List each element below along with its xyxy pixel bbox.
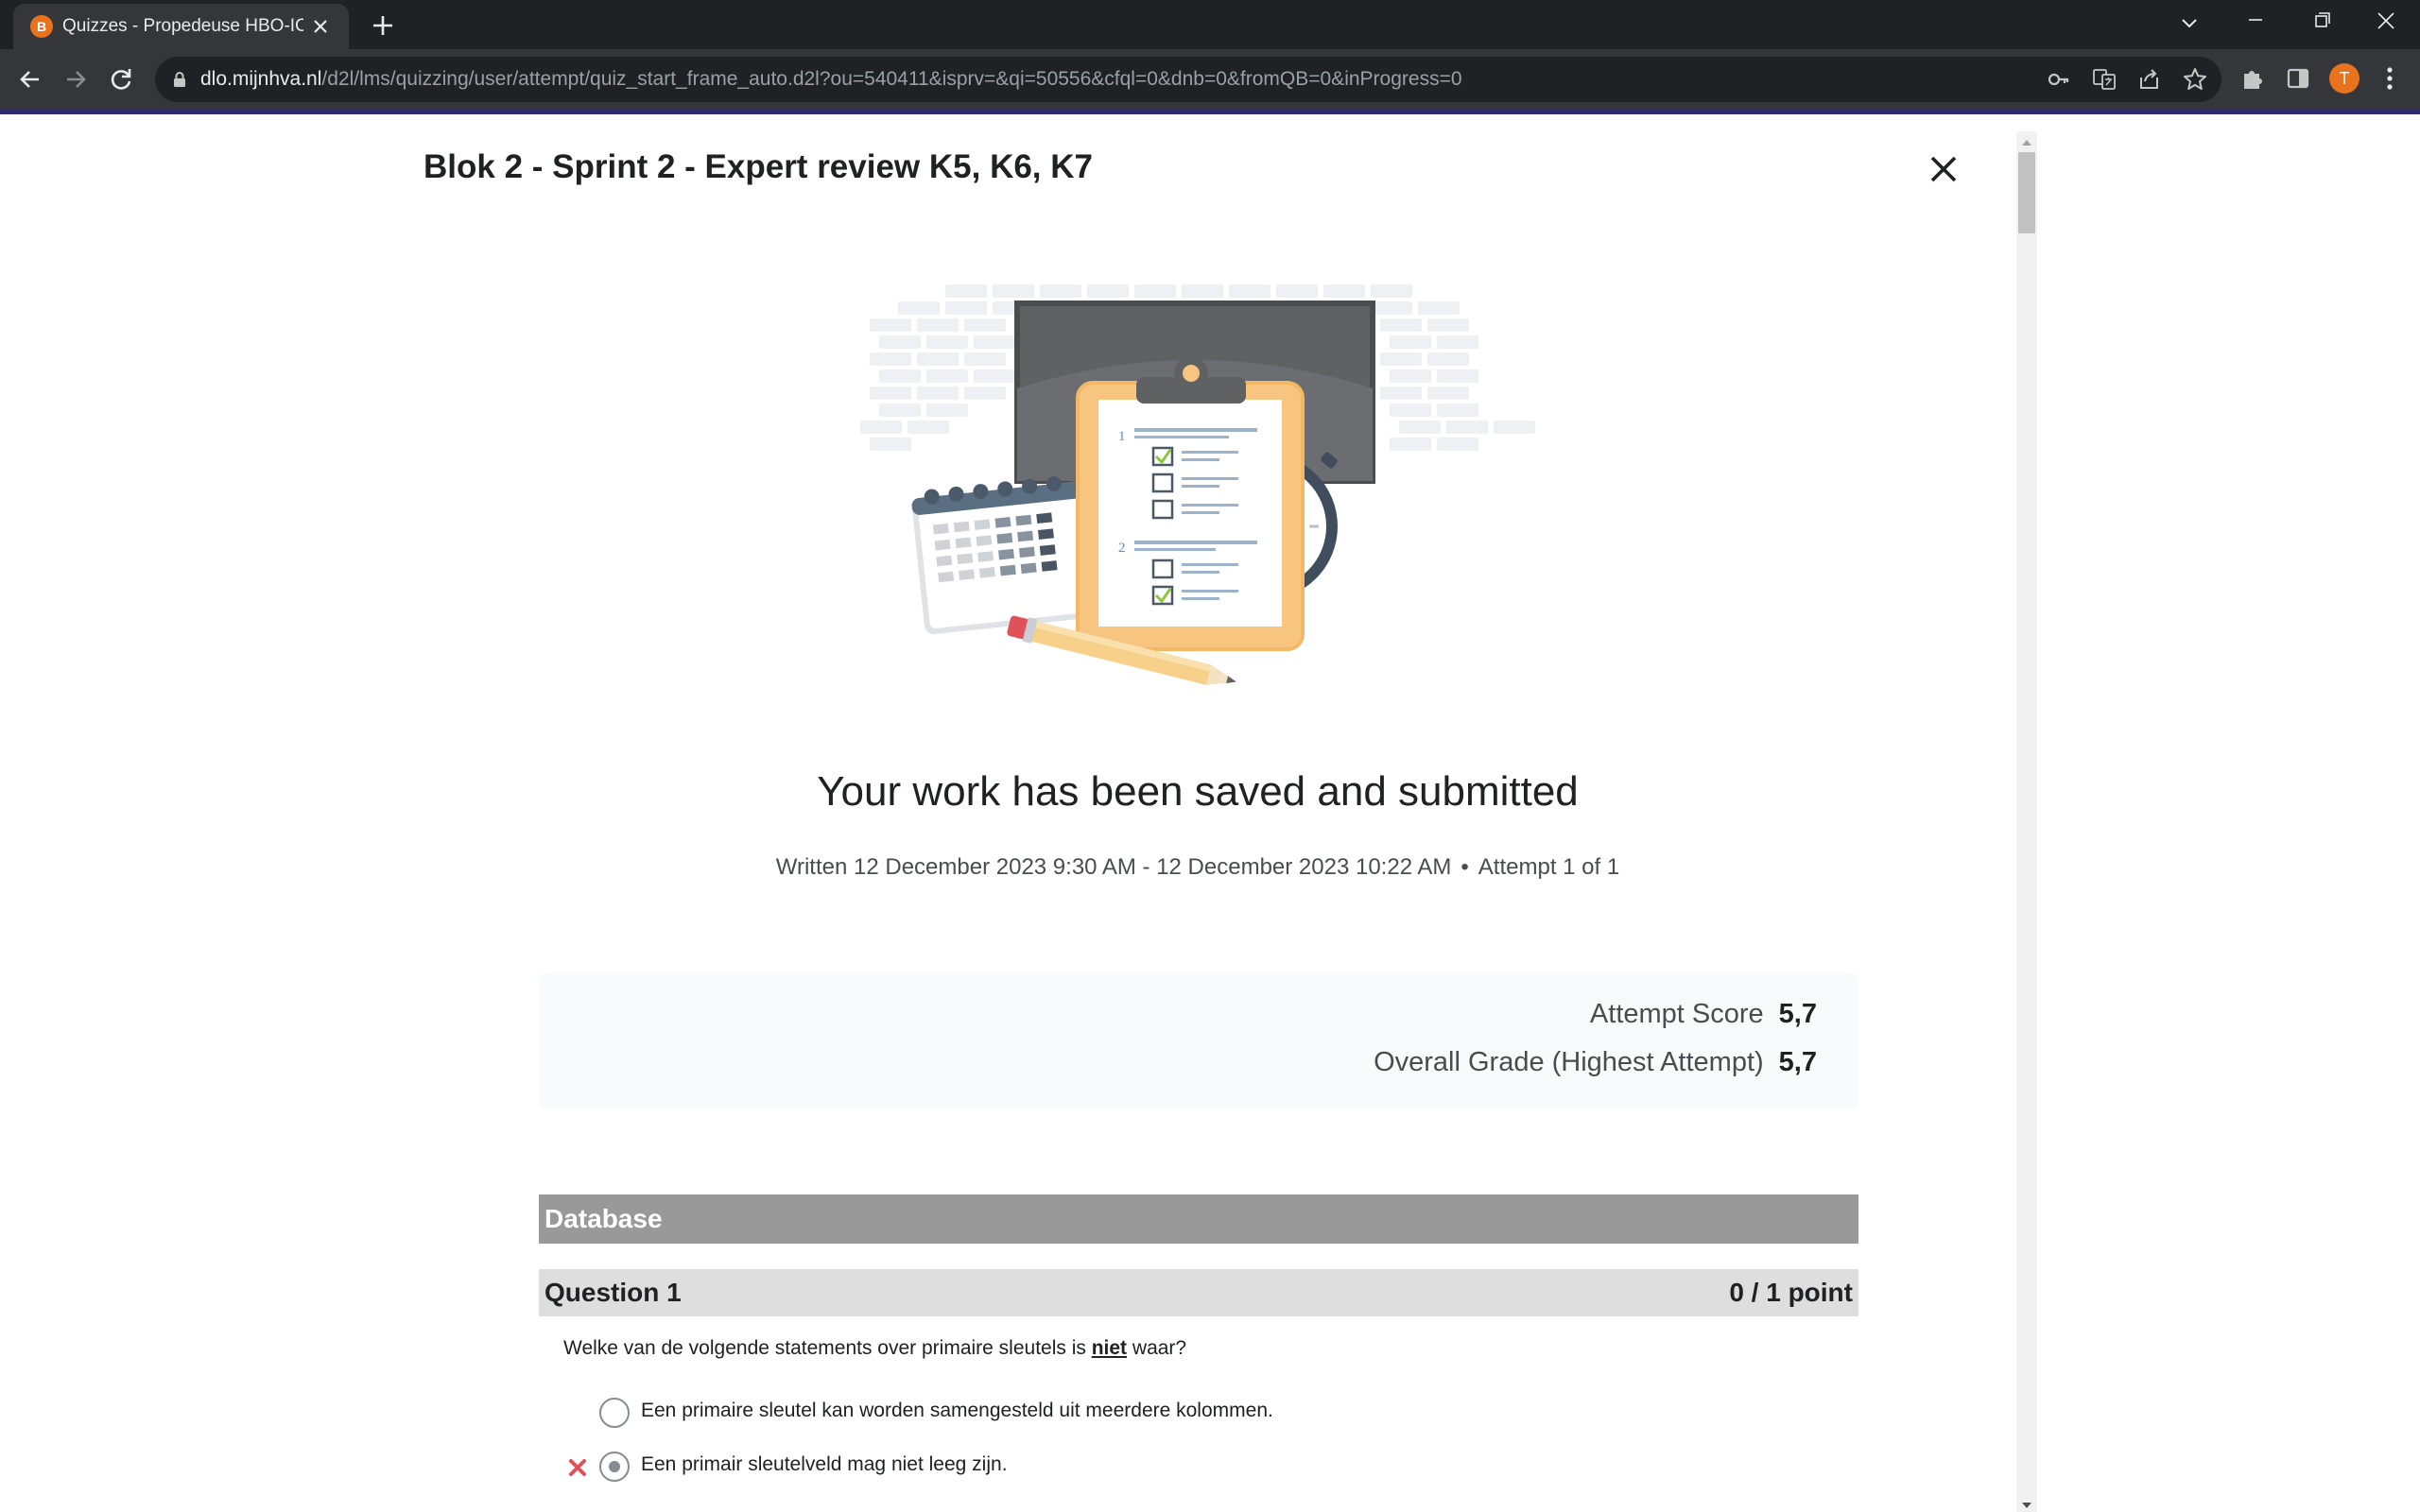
url-host: dlo.mijnhva.nl [200,68,322,90]
attempt-score-row: Attempt Score 5,7 [1590,999,1817,1030]
translate-icon[interactable] [2091,66,2118,93]
checklist-number: 2 [1118,541,1126,556]
attempt-score-value: 5,7 [1778,999,1817,1029]
overall-grade-label: Overall Grade (Highest Attempt) [1374,1047,1764,1077]
radio-button[interactable] [599,1398,630,1428]
answer-option-label: Een primaire sleutel kan worden samenges… [641,1400,1273,1421]
quiz-title: Blok 2 - Sprint 2 - Expert review K5, K6… [424,148,1093,185]
tab-title: Quizzes - Propedeuse HBO-ICT ... [62,16,303,36]
overall-grade-value: 5,7 [1778,1047,1817,1077]
browser-toolbar: dlo.mijnhva.nl/d2l/lms/quizzing/user/att… [0,49,2420,110]
more-menu-icon[interactable] [2382,62,2397,94]
scroll-thumb[interactable] [2018,152,2035,233]
tab-close-icon[interactable] [307,13,334,40]
d2l-favicon-icon: B [30,15,53,38]
radio-button-selected[interactable] [599,1452,630,1482]
window-close-icon[interactable] [2358,6,2414,40]
tab-search-chevron-icon[interactable] [2161,6,2218,40]
close-icon[interactable] [1925,150,1962,188]
back-arrow-icon[interactable] [11,60,49,98]
vertical-scrollbar[interactable] [2016,131,2037,1512]
question-points: 0 / 1 point [1729,1278,1853,1307]
key-icon[interactable] [2046,66,2072,93]
address-bar[interactable]: dlo.mijnhva.nl/d2l/lms/quizzing/user/att… [155,57,2221,102]
quiz-submission-page: Blok 2 - Sprint 2 - Expert review K5, K6… [0,114,2420,1512]
overall-grade-row: Overall Grade (Highest Attempt) 5,7 [1374,1047,1817,1078]
question-text-end: waar? [1127,1337,1187,1359]
share-icon[interactable] [2136,66,2163,93]
section-header: Database [539,1194,1858,1244]
quiz-submitted-illustration: 1 2 [851,275,1541,691]
written-dates: Written 12 December 2023 9:30 AM - 12 De… [775,854,1452,880]
attempt-count: Attempt 1 of 1 [1478,854,1620,880]
incorrect-x-icon [567,1457,588,1478]
score-summary: Attempt Score 5,7 Overall Grade (Highest … [539,972,1858,1110]
forward-arrow-icon[interactable] [57,60,95,98]
new-tab-plus-icon[interactable] [367,9,399,42]
lock-icon[interactable] [170,70,189,89]
question-text: Welke van de volgende statements over pr… [563,1337,1186,1360]
scroll-up-arrow-icon[interactable] [2021,135,2032,146]
url-path: /d2l/lms/quizzing/user/attempt/quiz_star… [321,68,1462,90]
profile-avatar[interactable]: T [2329,63,2360,94]
extensions-puzzle-icon[interactable] [2238,64,2267,93]
reload-icon[interactable] [102,60,140,98]
question-text-emphasis: niet [1091,1337,1128,1359]
browser-tab-active[interactable]: B Quizzes - Propedeuse HBO-ICT ... [13,4,349,49]
checklist-number: 1 [1118,429,1126,444]
question-text-start: Welke van de volgende statements over pr… [563,1337,1092,1359]
minimize-icon[interactable] [2227,6,2284,40]
question-header: Question 1 0 / 1 point [539,1269,1858,1316]
bullet-separator: • [1461,854,1469,880]
restore-icon[interactable] [2293,6,2350,40]
bookmark-star-icon[interactable] [2182,66,2208,93]
scroll-down-arrow-icon[interactable] [2021,1498,2032,1508]
question-title: Question 1 [544,1278,682,1307]
answer-option-label: Een primair sleutelveld mag niet leeg zi… [641,1453,1008,1475]
browser-tab-strip: B Quizzes - Propedeuse HBO-ICT ... [0,0,2420,49]
attempt-score-label: Attempt Score [1589,999,1764,1029]
url-text[interactable]: dlo.mijnhva.nl/d2l/lms/quizzing/user/att… [200,68,1462,91]
side-panel-icon[interactable] [2284,64,2312,93]
